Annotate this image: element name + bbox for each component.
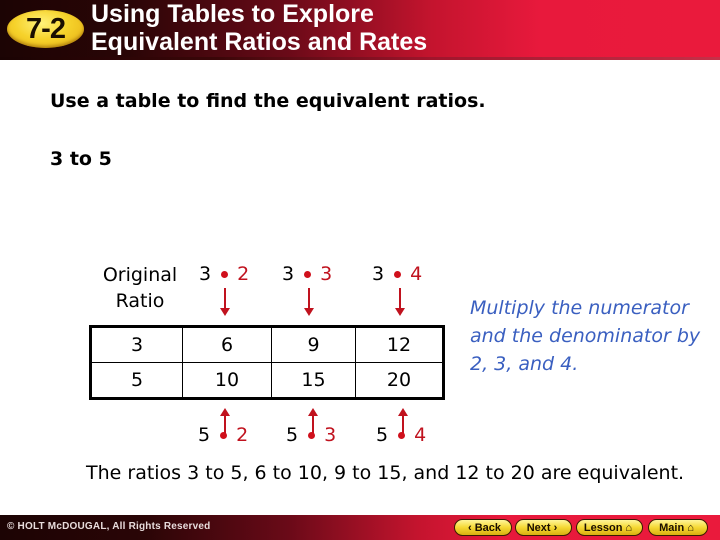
- multiplier-base: 5: [286, 424, 299, 446]
- lesson-button-label: Lesson: [583, 521, 623, 534]
- multiplier-bottom-1: 52: [198, 424, 248, 446]
- lesson-badge: 7-2: [7, 10, 84, 48]
- instruction-text: Use a table to find the equivalent ratio…: [50, 90, 486, 112]
- table-cell: 3: [90, 326, 183, 363]
- main-button[interactable]: Main ⌂: [648, 519, 708, 536]
- arrow-down-icon: [304, 288, 314, 316]
- table-cell: 10: [182, 362, 272, 399]
- multiplier-factor: 4: [410, 263, 423, 285]
- header-divider: [0, 57, 720, 60]
- original-ratio-label: Original Ratio: [102, 264, 178, 312]
- multiplier-factor: 2: [236, 424, 249, 446]
- table-row-denominators: 5 10 15 20: [90, 362, 444, 399]
- table-cell: 5: [90, 362, 183, 399]
- table-cell: 12: [355, 326, 444, 363]
- conclusion-text: The ratios 3 to 5, 6 to 10, 9 to 15, and…: [86, 462, 685, 484]
- arrow-down-icon: [395, 288, 405, 316]
- home-icon: ⌂: [625, 521, 633, 534]
- table-cell: 6: [182, 326, 272, 363]
- multiply-dot-icon: [394, 271, 402, 278]
- footer-bar: © HOLT McDOUGAL, All Rights Reserved ‹ B…: [0, 515, 720, 540]
- table-cell: 15: [271, 362, 356, 399]
- multiplier-factor: 3: [324, 424, 337, 446]
- main-button-label: Main: [659, 521, 685, 534]
- multiply-dot-icon: [221, 271, 229, 278]
- table-cell: 9: [271, 326, 356, 363]
- back-button[interactable]: ‹ Back: [454, 519, 512, 536]
- title-line-2: Equivalent Ratios and Rates: [91, 28, 428, 56]
- multiplier-factor: 3: [320, 263, 333, 285]
- multiplier-base: 5: [376, 424, 389, 446]
- table-cell: 20: [355, 362, 444, 399]
- ratio-table: 3 6 9 12 5 10 15 20: [89, 325, 445, 400]
- lesson-title: Using Tables to Explore Equivalent Ratio…: [91, 0, 427, 56]
- multiplier-top-2: 33: [282, 263, 332, 285]
- next-button[interactable]: Next ›: [515, 519, 572, 536]
- chevron-left-icon: ‹: [468, 521, 472, 534]
- table-row-numerators: 3 6 9 12: [90, 326, 444, 363]
- lesson-button[interactable]: Lesson ⌂: [576, 519, 643, 536]
- multiplier-base: 3: [372, 263, 385, 285]
- back-button-label: Back: [474, 521, 501, 534]
- multiply-dot-icon: [304, 271, 312, 278]
- hint-note: Multiply the numerator and the denominat…: [470, 297, 701, 375]
- home-icon: ⌂: [687, 521, 694, 534]
- multiply-dot-icon: [398, 432, 406, 439]
- title-line-1: Using Tables to Explore: [91, 0, 374, 28]
- multiplier-base: 3: [282, 263, 295, 285]
- chevron-right-icon: ›: [553, 521, 558, 534]
- lesson-number: 7-2: [26, 12, 66, 45]
- multiplier-bottom-3: 54: [376, 424, 426, 446]
- copyright-text: © HOLT McDOUGAL, All Rights Reserved: [7, 521, 211, 532]
- multiplier-base: 5: [198, 424, 211, 446]
- multiply-dot-icon: [220, 432, 228, 439]
- header-bar: 7-2 Using Tables to Explore Equivalent R…: [0, 0, 720, 58]
- problem-text: 3 to 5: [50, 148, 112, 170]
- multiplier-factor: 4: [414, 424, 427, 446]
- multiplier-base: 3: [199, 263, 212, 285]
- multiplier-top-1: 32: [199, 263, 249, 285]
- multiplier-top-3: 34: [372, 263, 422, 285]
- next-button-label: Next: [526, 521, 551, 534]
- multiplier-bottom-2: 53: [286, 424, 336, 446]
- arrow-down-icon: [220, 288, 230, 316]
- multiply-dot-icon: [308, 432, 316, 439]
- multiplier-factor: 2: [237, 263, 250, 285]
